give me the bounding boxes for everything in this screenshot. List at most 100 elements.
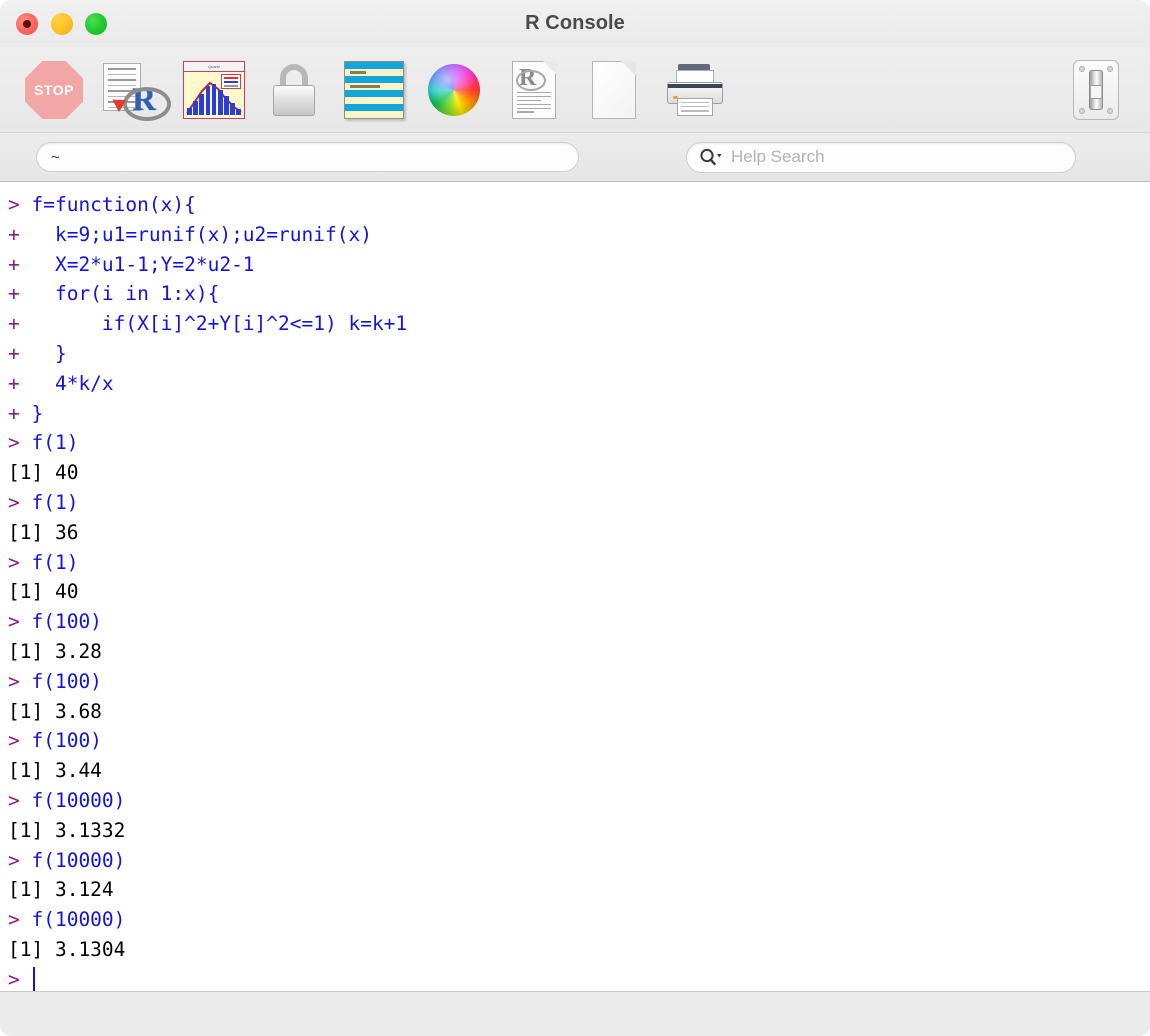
customize-toolbar-button[interactable] (1056, 54, 1136, 126)
print-button[interactable] (654, 54, 734, 126)
console-input-line: + if(X[i]^2+Y[i]^2<=1) k=k+1 (8, 309, 1150, 339)
console-prompt-symbol: > (8, 967, 32, 991)
clipped-top-line: - - (8, 182, 1150, 190)
lock-button[interactable] (254, 54, 334, 126)
color-wheel-icon (428, 64, 480, 116)
console-output-text: [1] 3.44 (8, 759, 102, 783)
console-output-text: [1] 3.28 (8, 639, 102, 663)
console-prompt-symbol: > (8, 431, 32, 455)
console-input-line: > f(10000) (8, 846, 1150, 876)
toolbar: STOP R Quartz R (0, 48, 1150, 133)
console-prompt-symbol: + (8, 401, 32, 425)
title-bar: R Console (0, 0, 1150, 48)
console-prompt-symbol: > (8, 669, 32, 693)
active-prompt-line[interactable]: > (8, 965, 1150, 991)
console-code-text: if(X[i]^2+Y[i]^2<=1) k=k+1 (31, 312, 408, 336)
console-prompt-symbol: > (8, 550, 32, 574)
console-input-line: + for(i in 1:x){ (8, 279, 1150, 309)
r-help-document-button[interactable]: R (494, 54, 574, 126)
console-input-line: > f(1) (8, 488, 1150, 518)
console-output-area[interactable]: - - > f=function(x){+ k=9;u1=runif(x);u2… (0, 182, 1150, 991)
console-prompt-symbol: + (8, 312, 32, 336)
working-directory-value: ~ (51, 148, 60, 166)
console-code-text: f(10000) (31, 788, 126, 812)
working-directory-field[interactable]: ~ (36, 142, 579, 172)
quartz-icon-title: Quartz (184, 62, 244, 72)
r-console-window: R Console STOP R Quartz R ~ Help Search … (0, 0, 1150, 1036)
source-file-button[interactable]: R (94, 54, 174, 126)
stop-button[interactable]: STOP (14, 54, 94, 126)
console-code-text: f(1) (31, 490, 79, 514)
console-output-text: [1] 3.124 (8, 878, 114, 902)
console-input-line: > f(1) (8, 428, 1150, 458)
console-input-line: > f(1) (8, 548, 1150, 578)
console-code-text: } (31, 401, 44, 425)
console-prompt-symbol: + (8, 341, 32, 365)
stop-icon: STOP (25, 61, 83, 119)
console-code-text: f(10000) (31, 848, 126, 872)
console-input-line: > f(10000) (8, 786, 1150, 816)
console-prompt-symbol: > (8, 729, 32, 753)
help-search-placeholder: Help Search (731, 147, 825, 166)
zoom-button[interactable] (85, 12, 107, 35)
close-button[interactable] (16, 12, 38, 35)
text-cursor (33, 966, 36, 991)
console-output-line: [1] 40 (8, 458, 1150, 488)
r-source-document-icon: R (103, 61, 171, 121)
console-output-line: [1] 3.28 (8, 637, 1150, 667)
console-input-line: > f(100) (8, 667, 1150, 697)
r-document-icon: R (512, 61, 556, 119)
new-document-button[interactable] (574, 54, 654, 126)
console-output-line: [1] 3.1332 (8, 816, 1150, 846)
console-code-text: 4*k/x (31, 371, 114, 395)
console-input-line: + 4*k/x (8, 369, 1150, 399)
console-code-text: f(100) (31, 669, 102, 693)
console-code-text: k=9;u1=runif(x);u2=runif(x) (31, 222, 372, 246)
help-search-field[interactable]: Help Search (686, 141, 1076, 173)
console-input-line: + } (8, 399, 1150, 429)
console-input-line: + k=9;u1=runif(x);u2=runif(x) (8, 220, 1150, 250)
console-output-text: [1] 40 (8, 580, 79, 604)
console-input-line: > f(10000) (8, 905, 1150, 935)
search-row: ~ Help Search (0, 133, 1150, 182)
console-prompt-symbol: + (8, 252, 32, 276)
console-code-text: f=function(x){ (31, 193, 196, 216)
quartz-plot-window-icon: Quartz (183, 61, 245, 119)
padlock-icon (271, 62, 317, 118)
console-code-text: X=2*u1-1;Y=2*u2-1 (31, 252, 255, 276)
console-prompt-symbol: > (8, 788, 32, 812)
console-prompt-symbol: > (8, 848, 32, 872)
console-output-text: [1] 3.68 (8, 699, 102, 723)
console-prompt-symbol: > (8, 193, 32, 216)
quartz-plot-button[interactable]: Quartz (174, 54, 254, 126)
console-prompt-symbol: + (8, 282, 32, 306)
console-output-line: [1] 3.68 (8, 697, 1150, 727)
window-controls (0, 12, 107, 35)
console-code-text: f(100) (31, 729, 102, 753)
console-prompt-symbol: > (8, 490, 32, 514)
console-output-text: [1] 3.1332 (8, 818, 126, 842)
console-output-text: [1] 36 (8, 520, 79, 544)
console-prompt-symbol: > (8, 610, 32, 634)
striped-list-icon (344, 61, 404, 119)
console-output-line: [1] 3.124 (8, 875, 1150, 905)
console-output-text: [1] 40 (8, 461, 79, 485)
console-prompt-symbol: + (8, 222, 32, 246)
console-output-line: [1] 3.44 (8, 756, 1150, 786)
minimize-button[interactable] (50, 12, 73, 35)
console-input-line: > f=function(x){ (8, 190, 1150, 220)
window-title: R Console (525, 12, 625, 34)
console-line-list: > f=function(x){+ k=9;u1=runif(x);u2=run… (8, 190, 1150, 991)
color-picker-button[interactable] (414, 54, 494, 126)
console-output-line: [1] 36 (8, 518, 1150, 548)
console-input-line: > f(100) (8, 726, 1150, 756)
console-input-line: + } (8, 339, 1150, 369)
console-output-line: [1] 40 (8, 577, 1150, 607)
toggle-switch-icon (1073, 60, 1119, 120)
console-code-text: for(i in 1:x){ (31, 282, 220, 306)
data-editor-button[interactable] (334, 54, 414, 126)
console-input-line: + X=2*u1-1;Y=2*u2-1 (8, 250, 1150, 280)
console-code-text: f(100) (31, 610, 102, 634)
blank-page-icon (592, 61, 636, 119)
console-output-line: [1] 3.1304 (8, 935, 1150, 965)
